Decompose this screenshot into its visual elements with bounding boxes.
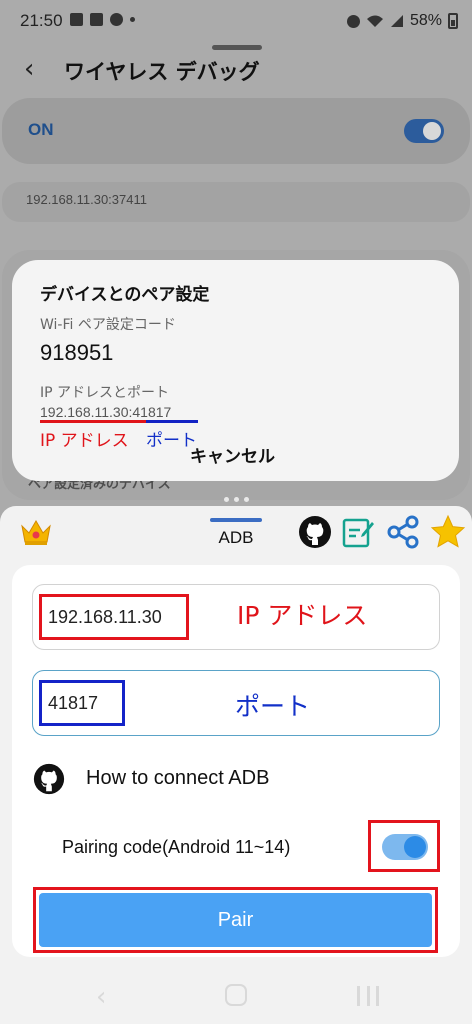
pair-button[interactable]: Pair: [39, 893, 432, 947]
nav-back-icon[interactable]: ‹: [96, 982, 106, 1012]
star-icon[interactable]: [430, 514, 466, 550]
how-to-connect-label: How to connect ADB: [86, 767, 270, 789]
dialog-title: デバイスとのペア設定: [40, 285, 210, 305]
edit-note-icon[interactable]: [340, 514, 376, 550]
share-icon[interactable]: [385, 514, 421, 550]
port-underline-annotation: [146, 420, 198, 423]
pairing-dialog: デバイスとのペア設定 Wi-Fi ペア設定コード 918951 IP アドレスと…: [12, 260, 459, 481]
app-notification-icon: [90, 13, 103, 26]
status-time: 21:50: [20, 11, 63, 30]
pairing-code-toggle[interactable]: [382, 834, 428, 860]
ip-underline-annotation: [40, 420, 157, 423]
wireless-debugging-toggle[interactable]: [404, 119, 444, 143]
crown-icon[interactable]: [18, 514, 54, 548]
ip-port-value: 192.168.11.30:41817: [40, 404, 171, 420]
toggle-highlight-box: [368, 820, 440, 872]
signal-icon: [390, 15, 403, 27]
ip-address-annotation: IP アドレス: [237, 601, 368, 630]
port-value[interactable]: 41817: [39, 680, 125, 726]
wifi-icon: [366, 15, 383, 27]
pairing-code-label: Wi-Fi ペア設定コード: [40, 317, 176, 333]
connection-panel: 192.168.11.30 IP アドレス 41817 ポート How to c…: [12, 565, 460, 957]
tab-adb-label: ADB: [218, 528, 254, 547]
gallery-icon: [70, 13, 83, 26]
dialog-ip-address: 192.168.11.30: [40, 404, 129, 420]
settings-notification-icon: [110, 13, 123, 26]
github-icon: [33, 763, 65, 795]
system-icons: 58%: [346, 12, 458, 30]
pairing-code-label: Pairing code(Android 11~14): [62, 837, 291, 857]
adb-app-window: ADB 192.168.11.30 IP アドレス 41817 ポート How …: [0, 506, 472, 1024]
page-title: ワイヤレス デバッグ: [64, 60, 260, 84]
cancel-button[interactable]: キャンセル: [190, 442, 275, 467]
wireless-debugging-switch-row[interactable]: ON: [2, 98, 470, 164]
tab-adb[interactable]: ADB: [210, 518, 262, 554]
port-input[interactable]: 41817 ポート: [32, 670, 440, 736]
port-annotation: ポート: [235, 692, 311, 721]
pairing-code: 918951: [40, 340, 114, 365]
system-nav-bar: ‹: [0, 968, 472, 1024]
nav-recents-icon[interactable]: [357, 986, 379, 1006]
battery-percent: 58%: [409, 12, 442, 29]
nav-home-icon[interactable]: [225, 984, 247, 1006]
status-bar: 21:50 58%: [0, 0, 472, 44]
more-notifications-icon: [130, 17, 135, 22]
pair-button-highlight-box: Pair: [33, 887, 438, 953]
split-screen-handle[interactable]: [221, 497, 251, 503]
tab-indicator: [210, 518, 262, 522]
app-toolbar: ADB: [0, 506, 472, 558]
how-to-connect-link[interactable]: How to connect ADB: [32, 760, 432, 800]
battery-icon: [448, 13, 458, 29]
app-header: ‹ ワイヤレス デバッグ: [0, 44, 472, 94]
github-icon[interactable]: [297, 514, 333, 550]
alarm-icon: [346, 14, 360, 28]
device-ip-address: 192.168.11.30:37411: [26, 192, 147, 207]
back-arrow-icon[interactable]: ‹: [24, 56, 44, 83]
dialog-port: 41817: [132, 404, 172, 420]
switch-label: ON: [28, 120, 54, 139]
pairing-code-row: Pairing code(Android 11~14): [12, 817, 460, 877]
ip-port-label: IP アドレスとポート: [40, 385, 170, 401]
device-ip-card: 192.168.11.30:37411: [2, 182, 470, 222]
notification-icons: [70, 13, 135, 26]
ip-annotation-label: IP アドレス: [40, 431, 129, 451]
ip-address-input[interactable]: 192.168.11.30 IP アドレス: [32, 584, 440, 650]
ip-address-value[interactable]: 192.168.11.30: [39, 594, 189, 640]
